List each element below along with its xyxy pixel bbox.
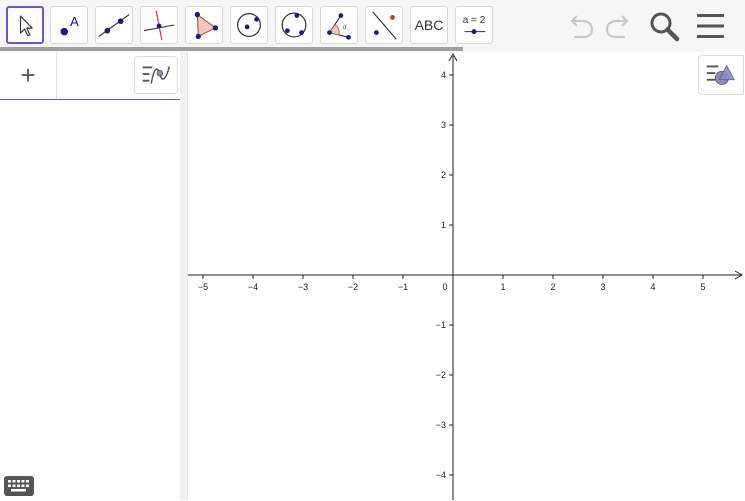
add-item-button[interactable]: + xyxy=(0,52,57,99)
move-tool-button[interactable] xyxy=(6,6,44,44)
text-tool-label: ABC xyxy=(414,17,444,33)
panel-divider[interactable] xyxy=(180,52,188,500)
algebra-view: + xyxy=(0,52,181,500)
circle-three-points-icon xyxy=(281,12,307,38)
x-tick-label: 2 xyxy=(550,282,555,292)
circle-center-icon xyxy=(237,13,261,37)
search-button[interactable] xyxy=(645,8,685,44)
polygon-icon xyxy=(194,11,219,40)
algebra-style-icon xyxy=(142,66,170,84)
point-label: A xyxy=(70,14,79,29)
algebra-style-bar-button[interactable] xyxy=(134,56,178,94)
y-tick-label: 3 xyxy=(441,120,446,130)
graphics-style-bar-button[interactable] xyxy=(698,55,744,95)
toolbar-scrollbar[interactable] xyxy=(0,47,463,51)
arrow-cursor-icon xyxy=(19,15,33,37)
y-tick-label: 1 xyxy=(441,220,446,230)
perpendicular-line-icon xyxy=(143,10,175,41)
line-tool-button[interactable] xyxy=(95,6,133,44)
x-tick-label: −5 xyxy=(198,282,208,292)
reflect-icon xyxy=(372,11,397,40)
redo-button[interactable] xyxy=(597,8,637,44)
slider-tool-button[interactable]: a = 2 xyxy=(455,6,493,44)
search-icon xyxy=(650,12,680,42)
angle-tool-button[interactable]: α xyxy=(320,6,358,44)
x-tick-label: 1 xyxy=(500,282,505,292)
reflect-about-line-tool-button[interactable] xyxy=(365,6,403,44)
toolbar: A α ABC a = 2 xyxy=(0,0,745,52)
undo-button[interactable] xyxy=(562,8,602,44)
y-tick-label: −2 xyxy=(436,370,446,380)
x-tick-label: 3 xyxy=(600,282,605,292)
coordinate-plane[interactable]: −5 −4 −3 −2 −1 0 1 2 3 4 5 1 2 3 4 −1 −2 −3 −4 xyxy=(188,52,745,500)
x-tick-label: −2 xyxy=(348,282,358,292)
x-tick-label: −3 xyxy=(298,282,308,292)
graphics-view[interactable]: −5 −4 −3 −2 −1 0 1 2 3 4 5 1 2 3 4 −1 −2 −3 −4 xyxy=(188,52,745,500)
angle-icon: α xyxy=(327,13,351,40)
y-tick-label: −4 xyxy=(436,470,446,480)
perpendicular-line-tool-button[interactable] xyxy=(140,6,178,44)
main-menu-button[interactable] xyxy=(692,8,732,44)
x-tick-label: 0 xyxy=(442,282,447,292)
y-tick-label: 4 xyxy=(441,70,446,80)
y-tick-label: 2 xyxy=(441,170,446,180)
line-through-points-icon xyxy=(98,14,130,37)
keyboard-button[interactable] xyxy=(4,476,34,496)
keyboard-icon xyxy=(8,480,29,492)
undo-icon xyxy=(570,15,594,39)
y-tick-label: −1 xyxy=(436,320,446,330)
circle-center-point-tool-button[interactable] xyxy=(230,6,268,44)
graphics-style-icon xyxy=(706,64,735,85)
point-icon: A xyxy=(60,14,79,36)
x-tick-label: 5 xyxy=(700,282,705,292)
polygon-tool-button[interactable] xyxy=(185,6,223,44)
svg-text:α: α xyxy=(343,24,347,31)
slider-icon xyxy=(464,29,486,35)
circle-three-points-tool-button[interactable] xyxy=(275,6,313,44)
redo-icon xyxy=(605,15,629,39)
x-tick-label: 4 xyxy=(650,282,655,292)
menu-icon xyxy=(697,14,724,38)
y-tick-label: −3 xyxy=(436,420,446,430)
x-tick-label: −1 xyxy=(398,282,408,292)
point-tool-button[interactable]: A xyxy=(50,6,88,44)
x-tick-label: −4 xyxy=(248,282,258,292)
text-tool-button[interactable]: ABC xyxy=(410,6,448,44)
